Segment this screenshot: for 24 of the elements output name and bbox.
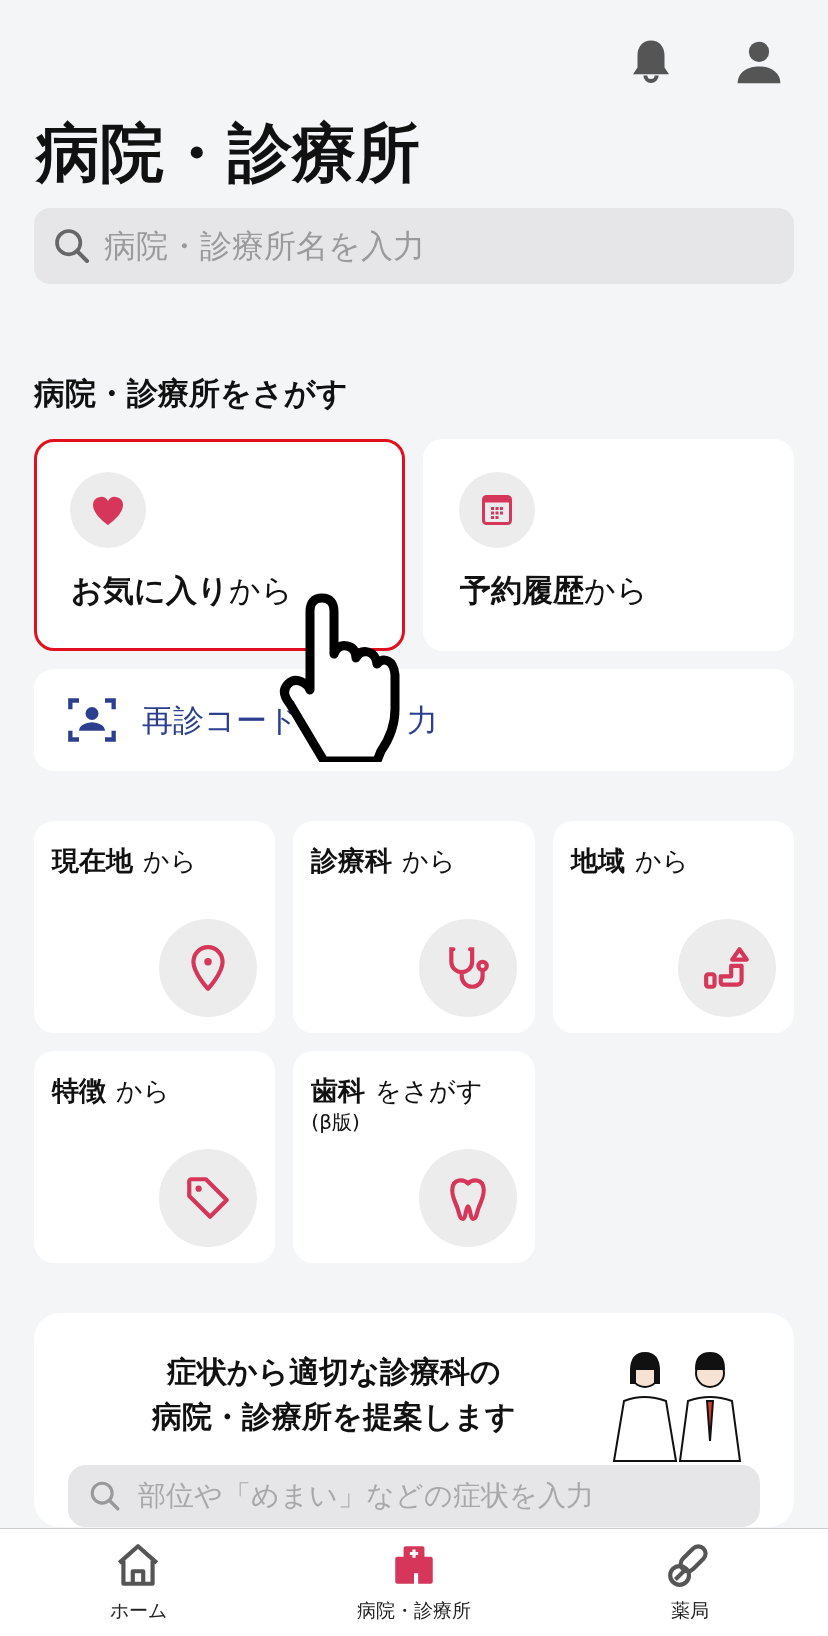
card-label: 診療科 から <box>311 844 458 878</box>
beta-note: (β版) <box>311 1109 361 1137</box>
section-heading: 病院・診療所をさがす <box>34 374 349 414</box>
search-card[interactable]: 地域 から <box>552 820 794 1033</box>
card-label: 現在地 から <box>52 844 198 878</box>
banner-text: 症状から適切な診療科の <box>165 1352 502 1391</box>
card-label: お気に入り から <box>71 571 294 611</box>
search-field[interactable]: 病院・診療所名を入力 <box>34 208 794 285</box>
nav-tab[interactable]: 薬局 <box>580 1536 800 1629</box>
symptom-search-field[interactable]: 部位や「めまい」などの症状を入力 <box>68 1464 760 1527</box>
shortcut-card[interactable]: お気に入り から <box>34 438 405 651</box>
nav-tab[interactable]: 病院・診療所 <box>304 1536 524 1629</box>
page-title: 病院・診療所 <box>36 118 421 189</box>
card-label: 歯科 をさがす <box>311 1074 485 1108</box>
nav-tab[interactable]: ホーム <box>28 1536 248 1629</box>
search-card[interactable]: 特徴 から <box>34 1050 276 1263</box>
search-card[interactable]: 現在地 から <box>34 820 276 1033</box>
search-card[interactable]: 歯科 をさがす (β版) <box>293 1050 535 1263</box>
card-label: 特徴 から <box>52 1074 171 1108</box>
banner-text: 病院・診療所を提案します <box>150 1397 517 1436</box>
search-card[interactable]: 診療科 から <box>293 820 535 1033</box>
card-label: 予約履歴から <box>460 571 649 611</box>
shortcut-card[interactable]: 予約履歴から <box>423 438 794 651</box>
card-label: 地域 から <box>570 844 690 878</box>
